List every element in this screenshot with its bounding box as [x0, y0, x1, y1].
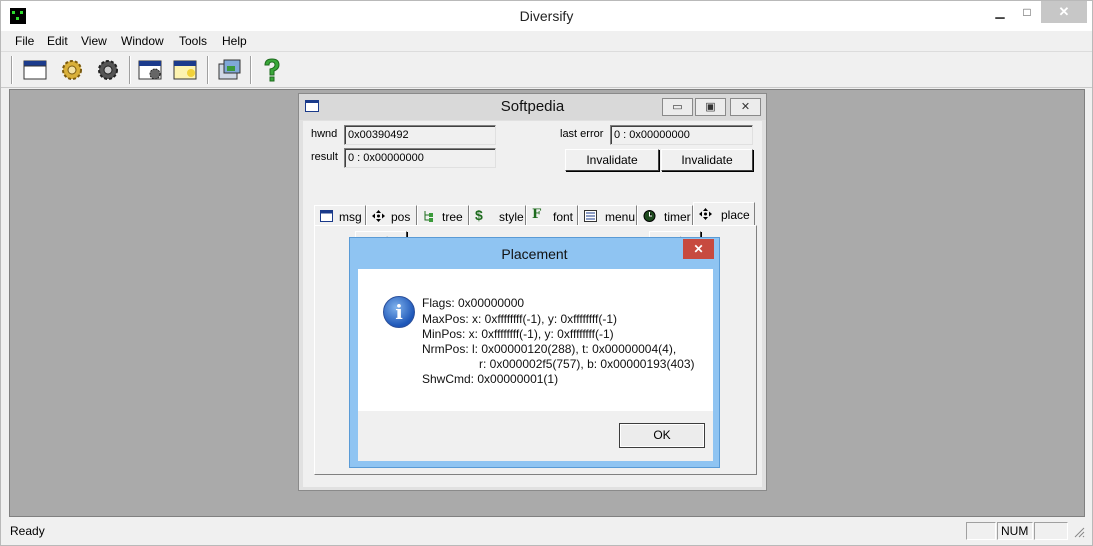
- gear-dark-icon[interactable]: [93, 56, 123, 84]
- message-line-minpos: MinPos: x: 0xffffffff(-1), y: 0xffffffff…: [422, 327, 614, 341]
- tab-label: msg: [339, 210, 362, 224]
- tab-timer[interactable]: timer: [637, 205, 693, 225]
- menu-help[interactable]: Help: [222, 34, 247, 48]
- tab-label: timer: [664, 210, 691, 224]
- clock-icon: [643, 209, 656, 222]
- status-pane-caps: [966, 522, 996, 540]
- tab-label: tree: [442, 210, 463, 224]
- message-line-nrmpos-cont: r: 0x000002f5(757), b: 0x00000193(403): [479, 357, 695, 371]
- menu-icon: [584, 209, 597, 222]
- hwnd-label: hwnd: [311, 128, 338, 140]
- maximize-button[interactable]: □: [1014, 1, 1040, 23]
- dialog-title-bar: Placement ✕: [350, 238, 719, 268]
- tab-tree[interactable]: tree: [417, 205, 469, 225]
- result-label: result: [311, 151, 338, 163]
- toolbar-separator: [129, 56, 131, 84]
- dialog-title: Placement: [501, 246, 568, 262]
- tab-label: menu: [605, 210, 636, 224]
- tab-label: font: [553, 210, 574, 224]
- toolbar-separator: [11, 56, 13, 84]
- menu-window[interactable]: Window: [121, 34, 164, 48]
- dollar-icon: $: [475, 207, 483, 223]
- font-icon: F: [532, 207, 542, 222]
- last-error-label: last error: [560, 128, 604, 140]
- window-gear-icon[interactable]: [136, 56, 166, 84]
- message-line-maxpos: MaxPos: x: 0xffffffff(-1), y: 0xffffffff…: [422, 312, 617, 326]
- invalidate-button-2[interactable]: Invalidate: [661, 149, 753, 171]
- status-pane-scroll: [1034, 522, 1068, 540]
- tab-menu[interactable]: menu: [578, 205, 637, 225]
- tab-label: style: [499, 210, 524, 224]
- help-icon[interactable]: [257, 56, 287, 84]
- tree-icon: [423, 209, 436, 222]
- window-icon: [320, 209, 333, 222]
- menu-view[interactable]: View: [81, 34, 107, 48]
- message-line-flags: Flags: 0x00000000: [422, 296, 525, 310]
- ok-button[interactable]: OK: [619, 423, 705, 448]
- invalidate-button-1[interactable]: Invalidate: [565, 149, 659, 171]
- tab-label: pos: [391, 210, 411, 224]
- new-window-icon[interactable]: [20, 56, 50, 84]
- child-title-bar: Softpedia ▭ ▣ ✕: [299, 94, 766, 120]
- title-bar: Diversify ▁ □ ✕: [1, 1, 1092, 31]
- menu-bar: File Edit View Window Tools Help: [1, 31, 1092, 51]
- tab-pos[interactable]: pos: [366, 205, 417, 225]
- gear-icon[interactable]: [57, 56, 87, 84]
- resize-grip[interactable]: [1073, 526, 1085, 541]
- toolbar-separator: [207, 56, 209, 84]
- status-bar: Ready NUM: [1, 519, 1092, 545]
- last-error-field[interactable]: 0 : 0x00000000: [610, 125, 753, 145]
- dialog-close-button[interactable]: ✕: [683, 239, 714, 259]
- toolbar-separator: [250, 56, 252, 84]
- message-line-nrmpos: NrmPos: l: 0x00000120(288), t: 0x0000000…: [422, 342, 677, 356]
- menu-tools[interactable]: Tools: [179, 34, 207, 48]
- placement-dialog: Placement ✕ i Flags: 0x00000000 MaxPos: …: [349, 237, 720, 468]
- hwnd-field[interactable]: 0x00390492: [344, 125, 496, 145]
- status-pane-num: NUM: [997, 522, 1033, 540]
- tab-msg[interactable]: msg: [314, 205, 366, 225]
- dialog-footer: OK: [358, 411, 713, 461]
- toolbar: [1, 51, 1092, 88]
- menu-edit[interactable]: Edit: [47, 34, 68, 48]
- status-text: Ready: [10, 524, 45, 538]
- move-icon: [699, 207, 712, 220]
- tab-strip: msg pos tree $ style F font menu timer p…: [314, 202, 758, 226]
- child-maximize-button[interactable]: ▣: [695, 98, 726, 116]
- open-window-icon[interactable]: [171, 56, 201, 84]
- message-line-shwcmd: ShwCmd: 0x00000001(1): [422, 372, 559, 386]
- window-title: Diversify: [519, 8, 574, 24]
- tab-label: place: [721, 208, 750, 222]
- move-icon: [372, 209, 385, 222]
- child-minimize-button[interactable]: ▭: [662, 98, 693, 116]
- info-icon: i: [383, 296, 415, 328]
- menu-file[interactable]: File: [15, 34, 34, 48]
- close-button[interactable]: ✕: [1041, 1, 1087, 23]
- minimize-button[interactable]: ▁: [987, 1, 1013, 23]
- result-field[interactable]: 0 : 0x00000000: [344, 148, 496, 168]
- child-close-button[interactable]: ✕: [730, 98, 761, 116]
- tab-place[interactable]: place: [693, 202, 755, 226]
- dialog-message-area: i Flags: 0x00000000 MaxPos: x: 0xfffffff…: [358, 269, 713, 411]
- tab-font[interactable]: F font: [526, 205, 578, 225]
- tab-style[interactable]: $ style: [469, 205, 526, 225]
- window-picture-icon[interactable]: [214, 56, 244, 84]
